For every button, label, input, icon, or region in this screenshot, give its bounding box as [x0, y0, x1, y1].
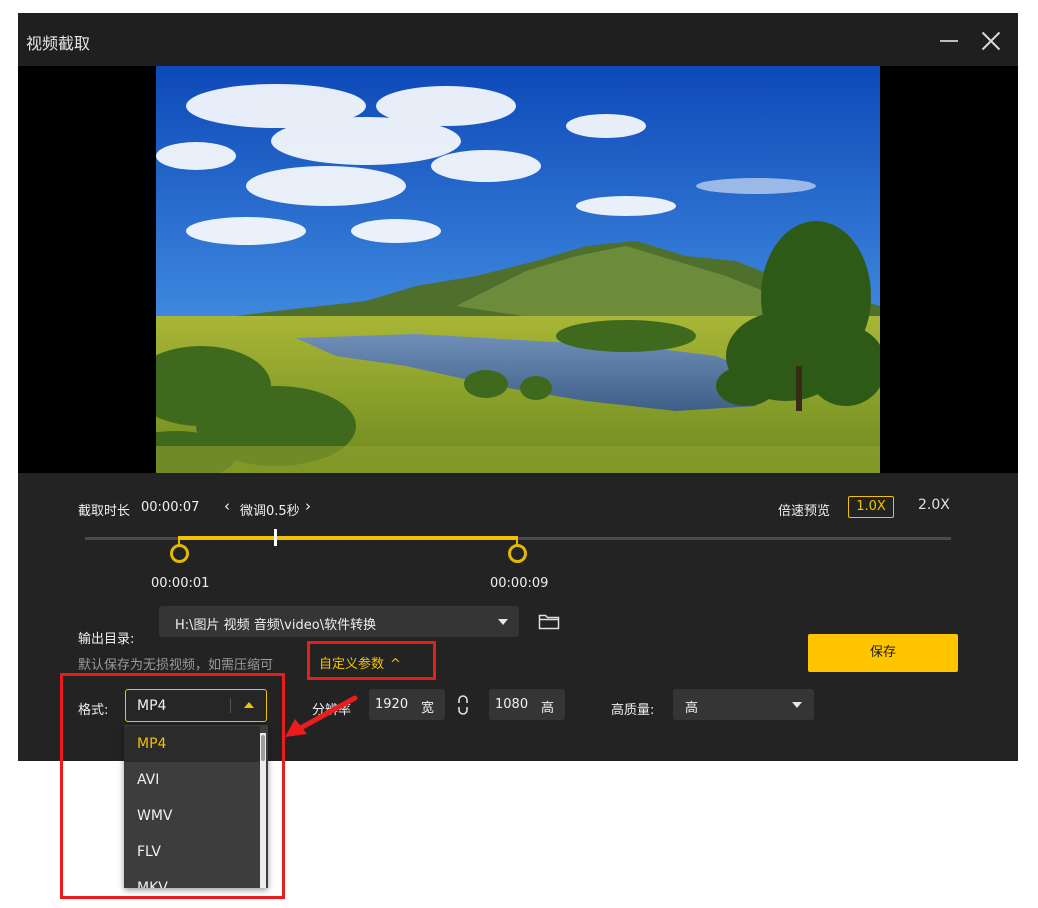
- end-trim-handle[interactable]: [508, 544, 527, 563]
- save-hint-text: 默认保存为无损视频，如需压缩可: [78, 658, 274, 673]
- custom-params-label: 自定义参数: [319, 657, 385, 672]
- caret-up-icon: [244, 702, 254, 708]
- video-frame[interactable]: [156, 66, 880, 473]
- quality-label: 高质量:: [611, 703, 655, 718]
- resolution-width-field[interactable]: 1920 宽: [369, 689, 445, 720]
- resolution-width-value: 1920: [375, 697, 409, 712]
- start-trim-handle[interactable]: [170, 544, 189, 563]
- quality-selected-value: 高: [685, 701, 699, 716]
- folder-icon[interactable]: [538, 612, 560, 630]
- chevron-down-icon: [792, 702, 802, 708]
- custom-params-toggle[interactable]: 自定义参数 ^: [319, 653, 401, 672]
- speed-1x-button[interactable]: 1.0X: [848, 496, 894, 518]
- landscape-frame-image: [156, 66, 880, 473]
- controls-panel: 截取时长 00:00:07 ‹ 微调0.5秒 › 倍速预览 1.0X 2.0X …: [18, 473, 1018, 761]
- annotation-arrow-icon: [285, 695, 358, 737]
- playhead-marker[interactable]: [274, 529, 277, 546]
- video-preview: [18, 66, 1018, 473]
- duration-label: 截取时长: [78, 504, 131, 519]
- format-option-mp4[interactable]: MP4: [124, 726, 260, 762]
- output-dir-path: H:\图片 视频 音频\video\软件转换: [175, 618, 377, 633]
- duration-value: 00:00:07: [141, 500, 200, 515]
- chevron-down-icon: [498, 619, 508, 625]
- dropdown-scroll-thumb[interactable]: [261, 735, 265, 761]
- video-trim-window: 视频截取 截取时长 00:00:07 ‹ 微调0.5秒 › 倍速预览 1.0X …: [18, 13, 1018, 761]
- output-dir-select[interactable]: H:\图片 视频 音频\video\软件转换: [159, 606, 519, 637]
- title-bar: 视频截取: [18, 13, 1018, 66]
- timeline-selection: [178, 536, 518, 540]
- resolution-height-unit: 高: [541, 701, 555, 716]
- speed-preview-label: 倍速预览: [778, 504, 831, 519]
- format-option-wmv[interactable]: WMV: [124, 798, 260, 834]
- format-option-avi[interactable]: AVI: [124, 762, 260, 798]
- fine-tune-back-button[interactable]: ‹: [224, 497, 230, 515]
- quality-select[interactable]: 高: [673, 689, 814, 720]
- format-label: 格式:: [78, 703, 109, 718]
- close-icon[interactable]: [978, 28, 1004, 54]
- format-option-flv[interactable]: FLV: [124, 834, 260, 870]
- format-option-mkv[interactable]: MKV: [124, 870, 260, 888]
- minimize-icon[interactable]: [936, 28, 962, 54]
- start-time-label: 00:00:01: [151, 576, 210, 591]
- format-select[interactable]: MP4: [125, 689, 267, 722]
- fine-tune-forward-button[interactable]: ›: [305, 497, 311, 515]
- save-button[interactable]: 保存: [808, 634, 958, 672]
- resolution-width-unit: 宽: [421, 701, 435, 716]
- format-dropdown-list: MP4 AVI WMV FLV MKV: [124, 725, 268, 888]
- resolution-height-field[interactable]: 1080 高: [489, 689, 565, 720]
- select-divider: [230, 698, 231, 713]
- link-icon[interactable]: [456, 695, 470, 715]
- resolution-height-value: 1080: [495, 697, 529, 712]
- end-time-label: 00:00:09: [490, 576, 549, 591]
- chevron-up-icon: ^: [390, 657, 401, 672]
- window-title: 视频截取: [26, 34, 91, 53]
- output-dir-label: 输出目录:: [78, 632, 135, 647]
- speed-2x-button[interactable]: 2.0X: [918, 497, 950, 513]
- format-selected-value: MP4: [137, 698, 167, 714]
- fine-tune-label: 微调0.5秒: [240, 504, 300, 519]
